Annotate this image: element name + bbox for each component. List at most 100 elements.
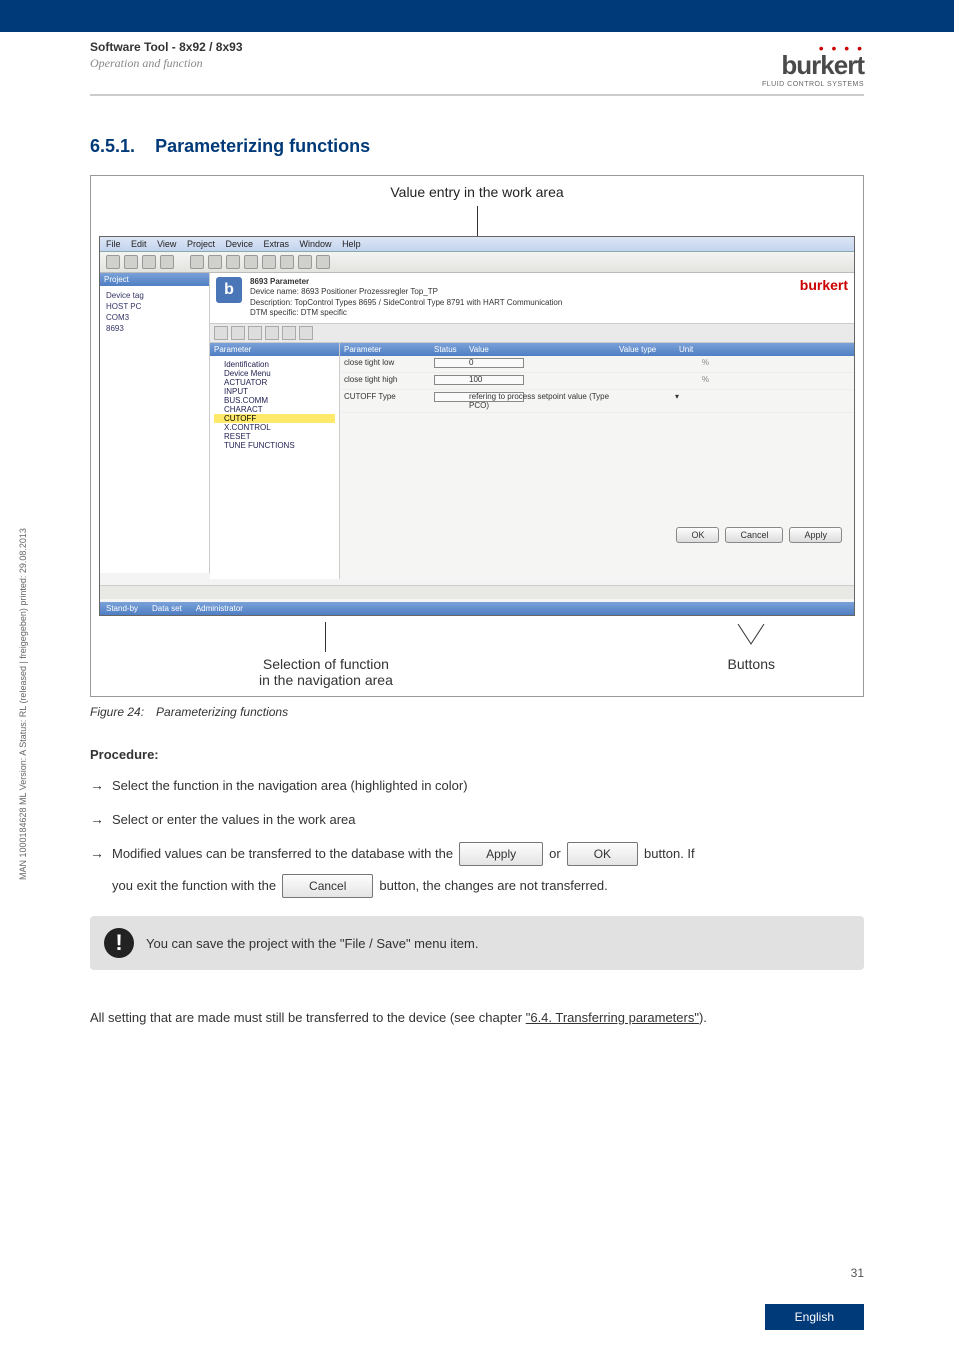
arrow-icon: → [90,808,104,832]
menu-window[interactable]: Window [300,239,332,249]
mid-brand: burkert [800,277,848,293]
tree-item[interactable]: Device Menu [214,369,335,378]
tree-header: Parameter [210,343,339,356]
tree-item[interactable]: BUS.COMM [214,396,335,405]
left-item[interactable]: Device tag [104,290,205,301]
toolbar-icon[interactable] [106,255,120,269]
mid-row1-value: 8693 Positioner Prozessregler Top_TP [301,287,438,296]
left-item[interactable]: COM3 [104,312,205,323]
cell-unit: % [679,375,709,387]
cell-status [434,392,469,410]
toolbar-icon[interactable] [124,255,138,269]
brand-tagline: FLUID CONTROL SYSTEMS [762,81,864,88]
ss-mid-panel: b 8693 Parameter Device name: 8693 Posit… [210,273,854,573]
screenshot: File Edit View Project Device Extras Win… [99,236,855,616]
toolbar-icon[interactable] [208,255,222,269]
work-row[interactable]: close tight low 0 % [340,356,854,373]
menu-device[interactable]: Device [225,239,253,249]
mid-toolbar-icon[interactable] [299,326,313,340]
after-paragraph: All setting that are made must still be … [90,1010,864,1025]
tree-item[interactable]: TUNE FUNCTIONS [214,441,335,450]
cell-vtype[interactable]: ▾ [619,392,679,410]
ss-button-row: OK Cancel Apply [676,527,842,543]
mid-toolbar-icon[interactable] [214,326,228,340]
cell-param: close tight high [344,375,434,387]
after-link[interactable]: "6.4. Transferring parameters" [526,1010,699,1025]
procedure-block: Procedure: → Select the function in the … [90,747,864,898]
pointer-line-top [477,206,478,236]
menu-help[interactable]: Help [342,239,361,249]
menu-view[interactable]: View [157,239,176,249]
cell-param: close tight low [344,358,434,370]
toolbar-icon[interactable] [190,255,204,269]
note-box: ! You can save the project with the "Fil… [90,916,864,970]
menu-extras[interactable]: Extras [264,239,290,249]
col-parameter: Parameter [344,345,434,354]
left-item[interactable]: 8693 [104,323,205,334]
menu-project[interactable]: Project [187,239,215,249]
tree-item-selected[interactable]: CUTOFF [214,414,335,423]
cell-value[interactable]: 0 [469,358,619,370]
mid-row2-label: Description: [250,298,292,307]
tree-item[interactable]: ACTUATOR [214,378,335,387]
col-value: Value [469,345,619,354]
tree-item[interactable]: X.CONTROL [214,423,335,432]
cell-status [434,358,469,370]
toolbar-icon[interactable] [226,255,240,269]
cancel-button[interactable]: Cancel [725,527,783,543]
section-number: 6.5.1. [90,136,135,156]
work-row[interactable]: close tight high 100 % [340,373,854,390]
brand-name: burkert [781,50,864,80]
ss-mid-toolbar [210,324,854,343]
step-1: → Select the function in the navigation … [90,774,864,798]
cell-value[interactable]: refering to process setpoint value (Type… [469,392,619,410]
toolbar-icon[interactable] [142,255,156,269]
status-standby: Stand-by [106,604,138,613]
cancel-button-inline[interactable]: Cancel [282,874,373,898]
mid-toolbar-icon[interactable] [231,326,245,340]
tree-item[interactable]: CHARACT [214,405,335,414]
work-row[interactable]: CUTOFF Type refering to process setpoint… [340,390,854,413]
menu-file[interactable]: File [106,239,121,249]
v-arrow-icon [736,622,766,652]
step3b-text: or [549,843,561,865]
tree-item[interactable]: RESET [214,432,335,441]
cell-param: CUTOFF Type [344,392,434,410]
step3d-text: you exit the function with the [112,875,276,897]
work-header: Parameter Status Value Value type Unit [340,343,854,356]
step-3: → Modified values can be transferred to … [90,842,864,899]
apply-button[interactable]: Apply [789,527,842,543]
left-item[interactable]: HOST PC [104,301,205,312]
page-number: 31 [851,1266,864,1280]
ok-button[interactable]: OK [676,527,719,543]
ss-toolbar [100,252,854,273]
tree-item[interactable]: INPUT [214,387,335,396]
cell-value[interactable]: 100 [469,375,619,387]
status-admin: Administrator [196,604,243,613]
note-text: You can save the project with the "File … [146,936,478,951]
ss-work-area: Parameter Status Value Value type Unit c… [340,343,854,579]
mid-row3-value: DTM specific [301,308,347,317]
toolbar-icon[interactable] [280,255,294,269]
annotation-top: Value entry in the work area [99,184,855,200]
mid-toolbar-icon[interactable] [248,326,262,340]
apply-button-inline[interactable]: Apply [459,842,543,866]
tree-item[interactable]: Identification [214,360,335,369]
ok-button-inline[interactable]: OK [567,842,638,866]
ss-menubar[interactable]: File Edit View Project Device Extras Win… [100,237,854,252]
menu-edit[interactable]: Edit [131,239,147,249]
arrow-icon: → [90,774,104,798]
toolbar-icon[interactable] [316,255,330,269]
ss-tree: Parameter Identification Device Menu ACT… [210,343,340,579]
step-2: → Select or enter the values in the work… [90,808,864,832]
toolbar-icon[interactable] [262,255,276,269]
note-icon: ! [104,928,134,958]
toolbar-icon[interactable] [298,255,312,269]
mid-toolbar-icon[interactable] [282,326,296,340]
cell-unit: % [679,358,709,370]
toolbar-icon[interactable] [160,255,174,269]
toolbar-icon[interactable] [244,255,258,269]
mid-toolbar-icon[interactable] [265,326,279,340]
annotation-row: Selection of function in the navigation … [99,622,855,688]
after-a: All setting that are made must still be … [90,1010,526,1025]
